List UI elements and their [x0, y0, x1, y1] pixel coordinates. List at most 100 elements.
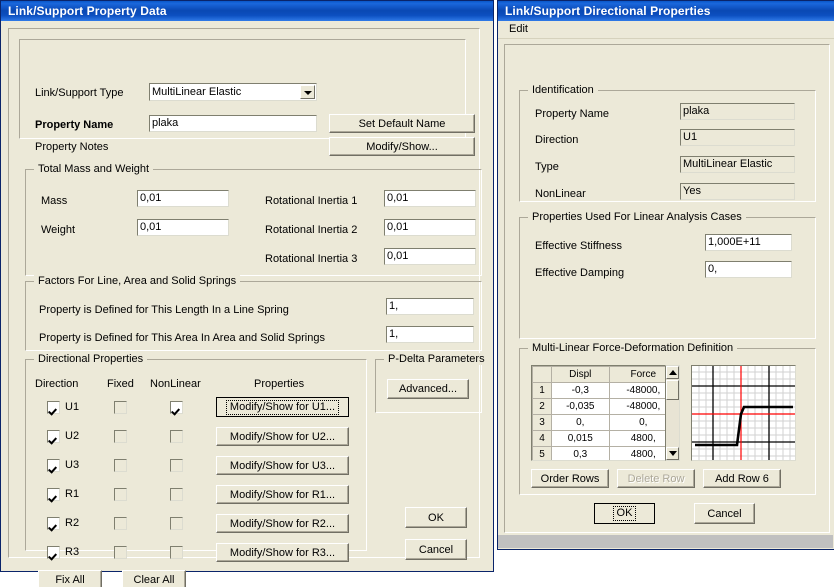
nonlinear-checkbox-r3[interactable]: [170, 546, 183, 559]
property-name-label: Property Name: [35, 119, 114, 131]
direction-checkbox-u3[interactable]: [47, 459, 60, 472]
right-property-name-label: Property Name: [535, 108, 609, 120]
left-window-body: Link/Support Type MultiLinear Elastic Pr…: [1, 21, 493, 587]
mass-input[interactable]: 0,01: [137, 190, 229, 207]
right-nonlinear-label: NonLinear: [535, 188, 586, 200]
property-name-input[interactable]: plaka: [149, 115, 317, 132]
property-name-value: plaka: [152, 117, 179, 129]
fixed-checkbox-u2[interactable]: [114, 430, 127, 443]
nonlinear-checkbox-u2[interactable]: [170, 430, 183, 443]
scroll-down-arrow-icon[interactable]: [666, 447, 679, 460]
direction-label-u2: U2: [65, 430, 80, 442]
grid-vertical-scrollbar[interactable]: [665, 365, 680, 461]
rotational-inertia-1-input[interactable]: 0,01: [384, 190, 476, 207]
force-deformation-grid: Displ Force 1 -0,3 -48000, 2 -0,035 -480…: [532, 366, 678, 460]
right-ok-button[interactable]: OK: [594, 503, 655, 524]
right-property-name-value: plaka: [683, 105, 710, 117]
mass-value: 0,01: [140, 192, 162, 204]
effective-stiffness-label: Effective Stiffness: [535, 240, 623, 252]
effective-stiffness-input[interactable]: 1,000E+11: [705, 234, 792, 251]
table-row[interactable]: 3 0, 0,: [532, 414, 678, 431]
modify-show-button-u1[interactable]: Modify/Show for U1...: [216, 397, 349, 417]
nonlinear-checkbox-r1[interactable]: [170, 488, 183, 501]
cell-displ[interactable]: -0,035: [551, 398, 610, 415]
table-header-row: Displ Force: [532, 366, 678, 383]
scrollbar-thumb[interactable]: [666, 380, 679, 400]
modify-show-notes-button[interactable]: Modify/Show...: [329, 137, 475, 156]
rotational-inertia-2-input[interactable]: 0,01: [384, 219, 476, 236]
modify-show-button-u2[interactable]: Modify/Show for U2...: [216, 427, 349, 446]
table-row[interactable]: 1 -0,3 -48000,: [532, 382, 678, 399]
col-properties-header: Properties: [254, 378, 305, 390]
cell-displ[interactable]: 0,3: [551, 446, 610, 460]
fixed-checkbox-u3[interactable]: [114, 459, 127, 472]
property-notes-label: Property Notes: [35, 141, 109, 153]
nonlinear-checkbox-r2[interactable]: [170, 517, 183, 530]
direction-checkbox-r3[interactable]: [47, 546, 60, 559]
advanced-button[interactable]: Advanced...: [387, 379, 469, 399]
row-number: 3: [532, 414, 552, 431]
add-row-button[interactable]: Add Row 6: [703, 469, 781, 488]
modify-show-button-r2[interactable]: Modify/Show for R2...: [216, 514, 349, 533]
fixed-checkbox-u1[interactable]: [114, 401, 127, 414]
nonlinear-checkbox-u3[interactable]: [170, 459, 183, 472]
direction-checkbox-r1[interactable]: [47, 488, 60, 501]
direction-label-u3: U3: [65, 459, 80, 471]
direction-checkbox-u2[interactable]: [47, 430, 60, 443]
delete-row-button: Delete Row: [617, 469, 695, 488]
effective-damping-label: Effective Damping: [535, 267, 625, 279]
cell-displ[interactable]: 0,: [551, 414, 610, 431]
direction-label-u1: U1: [65, 401, 80, 413]
area-solid-springs-input[interactable]: 1,: [386, 326, 474, 343]
modify-show-button-u3[interactable]: Modify/Show for U3...: [216, 456, 349, 475]
weight-input[interactable]: 0,01: [137, 219, 229, 236]
fixed-checkbox-r2[interactable]: [114, 517, 127, 530]
direction-checkbox-u1[interactable]: [47, 401, 60, 414]
area-solid-springs-value: 1,: [389, 328, 399, 340]
fixed-checkbox-r1[interactable]: [114, 488, 127, 501]
right-type-label: Type: [535, 161, 559, 173]
identification-title: Identification: [528, 84, 598, 96]
linear-analysis-title: Properties Used For Linear Analysis Case…: [528, 211, 746, 223]
fixed-checkbox-r3[interactable]: [114, 546, 127, 559]
cell-displ[interactable]: 0,015: [551, 430, 610, 447]
effective-damping-value: 0,: [708, 263, 718, 275]
direction-checkbox-r2[interactable]: [47, 517, 60, 530]
right-window-body: Identification Property Name plaka Direc…: [498, 39, 834, 548]
chevron-down-icon[interactable]: [300, 85, 315, 99]
scroll-up-arrow-icon[interactable]: [666, 366, 679, 379]
left-window-title: Link/Support Property Data: [8, 4, 167, 18]
length-line-spring-value: 1,: [389, 300, 399, 312]
effective-damping-input[interactable]: 0,: [705, 261, 792, 278]
right-cancel-button[interactable]: Cancel: [694, 503, 755, 524]
table-row[interactable]: 2 -0,035 -48000,: [532, 398, 678, 415]
modify-show-button-r1[interactable]: Modify/Show for R1...: [216, 485, 349, 504]
multilinear-title: Multi-Linear Force-Deformation Definitio…: [528, 342, 738, 354]
force-deformation-table[interactable]: Displ Force 1 -0,3 -48000, 2 -0,035 -480…: [531, 365, 679, 461]
clear-all-button[interactable]: Clear All: [122, 570, 186, 587]
order-rows-button[interactable]: Order Rows: [531, 469, 609, 488]
cell-displ[interactable]: -0,3: [551, 382, 610, 399]
table-row[interactable]: 5 0,3 4800,: [532, 446, 678, 460]
rotational-inertia-3-input[interactable]: 0,01: [384, 248, 476, 265]
right-type-value: MultiLinear Elastic: [683, 158, 773, 170]
right-window-title: Link/Support Directional Properties: [505, 4, 711, 18]
right-window-menubar: Edit: [498, 21, 834, 39]
fix-all-button[interactable]: Fix All: [38, 570, 102, 587]
left-ok-button[interactable]: OK: [405, 507, 467, 528]
menu-item-edit[interactable]: Edit: [504, 22, 533, 36]
link-support-type-label: Link/Support Type: [35, 87, 124, 99]
row-number: 2: [532, 398, 552, 415]
weight-value: 0,01: [140, 221, 162, 233]
nonlinear-checkbox-u1[interactable]: [170, 401, 183, 414]
left-cancel-button[interactable]: Cancel: [405, 539, 467, 560]
modify-show-button-r3[interactable]: Modify/Show for R3...: [216, 543, 349, 562]
rotational-inertia-3-label: Rotational Inertia 3: [265, 253, 358, 265]
screen: Link/Support Property Data Link/Support …: [0, 0, 834, 587]
length-line-spring-input[interactable]: 1,: [386, 298, 474, 315]
row-number: 4: [532, 430, 552, 447]
row-number: 5: [532, 446, 552, 460]
set-default-name-button[interactable]: Set Default Name: [329, 114, 475, 133]
table-row[interactable]: 4 0,015 4800,: [532, 430, 678, 447]
link-support-type-combo[interactable]: MultiLinear Elastic: [149, 83, 317, 101]
